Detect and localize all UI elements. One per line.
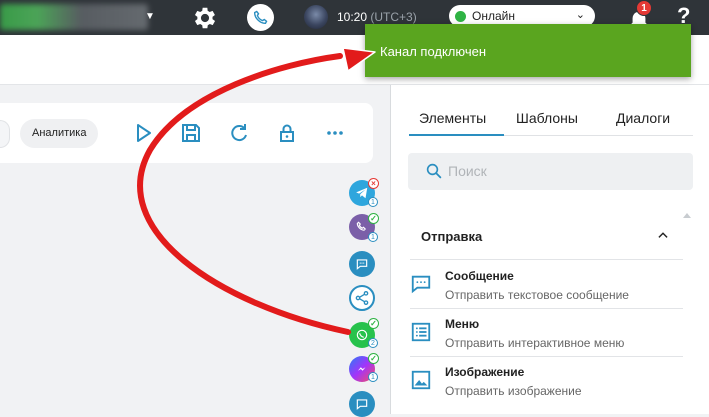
section-divider bbox=[410, 259, 683, 260]
channel-count: 1 bbox=[368, 372, 378, 382]
play-icon[interactable] bbox=[131, 121, 155, 145]
tab-dialogs[interactable]: Диалоги bbox=[616, 110, 670, 126]
more-icon[interactable] bbox=[323, 121, 347, 145]
chat-bubble-icon[interactable] bbox=[349, 391, 375, 417]
timezone-label: (UTC+3) bbox=[370, 10, 417, 24]
menu-list-icon bbox=[411, 322, 431, 342]
lock-icon[interactable] bbox=[275, 121, 299, 145]
item-subtitle: Отправить текстовое сообщение bbox=[445, 288, 629, 302]
chevron-up-icon[interactable] bbox=[656, 228, 670, 242]
phone-button[interactable] bbox=[247, 4, 274, 31]
image-icon bbox=[411, 370, 431, 390]
tab-elements[interactable]: Элементы bbox=[419, 110, 486, 126]
time-value: 10:20 bbox=[337, 10, 368, 24]
search-icon bbox=[426, 163, 442, 179]
item-divider bbox=[410, 308, 683, 309]
account-switcher[interactable] bbox=[0, 4, 148, 30]
ok-status-icon: ✓ bbox=[368, 318, 379, 329]
item-divider bbox=[410, 356, 683, 357]
item-title[interactable]: Изображение bbox=[445, 365, 524, 379]
section-title[interactable]: Отправка bbox=[421, 229, 482, 244]
toast-message: Канал подключен bbox=[380, 44, 487, 59]
avatar[interactable] bbox=[304, 5, 328, 29]
item-subtitle: Отправить интерактивное меню bbox=[445, 336, 625, 350]
search-input[interactable] bbox=[448, 161, 648, 181]
scroll-up-arrow[interactable] bbox=[683, 213, 691, 218]
item-subtitle: Отправить изображение bbox=[445, 384, 582, 398]
save-icon[interactable] bbox=[179, 121, 203, 145]
chat-icon[interactable] bbox=[349, 251, 375, 277]
message-icon bbox=[411, 275, 431, 294]
active-tab-indicator bbox=[409, 134, 504, 136]
gear-icon[interactable] bbox=[191, 4, 219, 32]
ok-status-icon: ✓ bbox=[368, 353, 379, 364]
online-status-dot bbox=[455, 10, 466, 22]
caret-down-icon[interactable]: ▼ bbox=[145, 11, 155, 22]
tab-templates[interactable]: Шаблоны bbox=[516, 110, 578, 126]
error-status-icon: × bbox=[368, 178, 379, 189]
item-title[interactable]: Меню bbox=[445, 317, 479, 331]
chevron-down-icon: ⌄ bbox=[575, 9, 585, 21]
clock: 10:20 (UTC+3) bbox=[337, 10, 417, 24]
refresh-icon[interactable] bbox=[227, 121, 251, 145]
item-title[interactable]: Сообщение bbox=[445, 269, 514, 283]
phone-icon bbox=[253, 10, 268, 25]
analytics-button[interactable]: Аналитика bbox=[20, 119, 99, 148]
ok-status-icon: ✓ bbox=[368, 213, 379, 224]
share-icon[interactable] bbox=[349, 285, 375, 311]
channel-count: 1 bbox=[368, 197, 378, 207]
channel-count: 2 bbox=[368, 338, 378, 348]
toast-notification: Канал подключен bbox=[365, 24, 691, 77]
channel-count: 1 bbox=[368, 232, 378, 242]
notification-badge: 1 bbox=[636, 0, 652, 16]
status-label: Онлайн bbox=[472, 9, 515, 23]
